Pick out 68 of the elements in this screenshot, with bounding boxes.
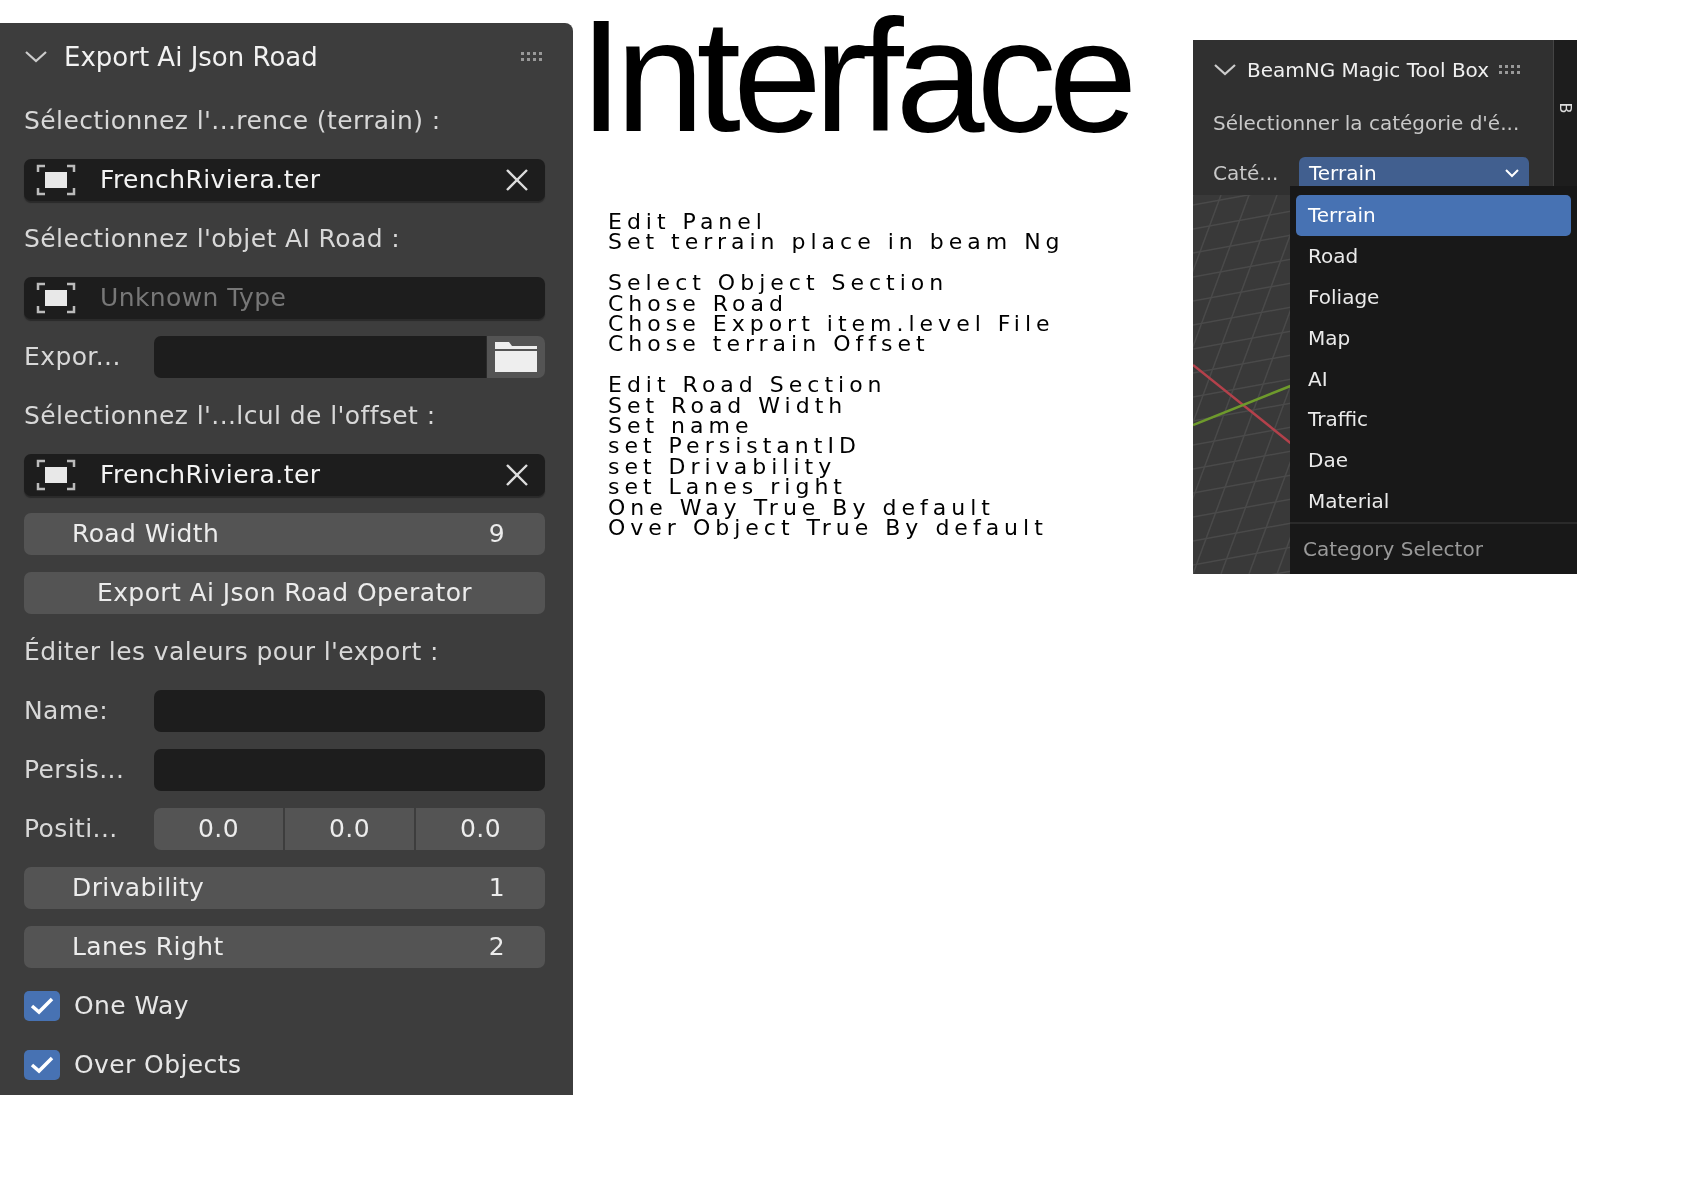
checkmark-icon bbox=[30, 996, 54, 1015]
object-field[interactable]: Unknown Type bbox=[24, 276, 545, 319]
folder-icon bbox=[495, 341, 537, 372]
checkbox-label[interactable]: One Way bbox=[74, 991, 189, 1020]
note-line: set Lanes right bbox=[608, 477, 847, 498]
menu-item[interactable]: Traffic bbox=[1296, 399, 1571, 440]
field-label: Expor... bbox=[24, 342, 122, 371]
note-line: Chose Road bbox=[608, 293, 788, 314]
panel-title: Export Ai Json Road bbox=[64, 42, 319, 72]
chevron-down-icon[interactable] bbox=[24, 50, 48, 64]
page-heading: Interface bbox=[579, 0, 1132, 156]
note-line: Select Object Section bbox=[608, 273, 950, 294]
section-label: Éditer les valeurs pour l'export : bbox=[24, 637, 439, 666]
path-field[interactable] bbox=[154, 335, 486, 378]
note-line: Set terrain place in beam Ng bbox=[608, 232, 1066, 253]
number-field[interactable]: 0.0 bbox=[285, 807, 414, 850]
menu-item[interactable]: Map bbox=[1296, 317, 1571, 359]
object-icon bbox=[36, 281, 76, 314]
input-field[interactable] bbox=[154, 689, 545, 732]
category-dropdown[interactable]: Terrain bbox=[1299, 157, 1529, 189]
menu-item[interactable]: Terrain bbox=[1296, 195, 1571, 236]
menu-item[interactable]: Material bbox=[1296, 480, 1571, 522]
close-icon[interactable] bbox=[505, 462, 529, 487]
sidebar-tab[interactable]: B bbox=[1555, 102, 1576, 114]
field-label: Positi... bbox=[24, 814, 119, 843]
object-field[interactable]: FrenchRiviera.ter bbox=[24, 453, 545, 496]
panel-title: BeamNG Magic Tool Box bbox=[1247, 58, 1490, 82]
note-line: Set name bbox=[608, 416, 754, 437]
note-line: Edit Road Section bbox=[608, 375, 888, 396]
object-field[interactable]: FrenchRiviera.ter bbox=[24, 158, 545, 201]
browse-button[interactable] bbox=[486, 335, 545, 378]
input-field[interactable] bbox=[154, 748, 545, 791]
section-label: Sélectionnez l'...rence (terrain) : bbox=[24, 106, 441, 135]
note-line: Set Road Width bbox=[608, 395, 849, 417]
note-line: Chose Export item.level File bbox=[608, 314, 1056, 335]
checkbox-label[interactable]: Over Objects bbox=[74, 1050, 242, 1079]
note-line: set Drivability bbox=[608, 456, 837, 478]
note-line: Edit Panel bbox=[608, 212, 767, 233]
field-label: Name: bbox=[24, 696, 110, 725]
section-label: Sélectionnez l'...lcul de l'offset : bbox=[24, 401, 436, 430]
export-button[interactable]: Export Ai Json Road Operator bbox=[24, 571, 545, 614]
object-icon bbox=[36, 458, 76, 491]
checkbox[interactable] bbox=[24, 1049, 60, 1080]
chevron-down-icon[interactable] bbox=[1213, 63, 1237, 77]
field-label: Persis... bbox=[24, 755, 126, 784]
number-field[interactable]: 0.0 bbox=[154, 807, 283, 850]
note-line: Chose terrain Offset bbox=[608, 334, 931, 355]
chevron-down-icon bbox=[1505, 168, 1519, 178]
note-line: Over Object True By default bbox=[608, 518, 1049, 539]
checkmark-icon bbox=[30, 1055, 54, 1074]
number-field[interactable]: Lanes Right 2 bbox=[24, 925, 545, 968]
close-icon[interactable] bbox=[505, 167, 529, 192]
number-field[interactable]: 0.0 bbox=[416, 807, 545, 850]
menu-item[interactable]: Foliage bbox=[1296, 276, 1571, 318]
number-field[interactable]: Road Width 9 bbox=[24, 512, 545, 555]
number-field[interactable]: Drivability 1 bbox=[24, 866, 545, 909]
field-label: Caté... bbox=[1213, 161, 1280, 185]
note-line: One Way True By default bbox=[608, 497, 995, 519]
object-icon bbox=[36, 163, 76, 196]
checkbox[interactable] bbox=[24, 990, 60, 1021]
note-line: set PersistantID bbox=[608, 436, 862, 457]
menu-footer: Category Selector bbox=[1303, 537, 1483, 561]
menu-item[interactable]: Road bbox=[1296, 235, 1571, 277]
section-label: Sélectionnez l'objet AI Road : bbox=[24, 224, 401, 253]
menu-item[interactable]: Dae bbox=[1296, 439, 1571, 481]
menu-item[interactable]: AI bbox=[1296, 358, 1571, 399]
section-label: Sélectionner la catégorie d'é... bbox=[1213, 111, 1520, 135]
drag-handle-icon[interactable] bbox=[521, 52, 545, 62]
